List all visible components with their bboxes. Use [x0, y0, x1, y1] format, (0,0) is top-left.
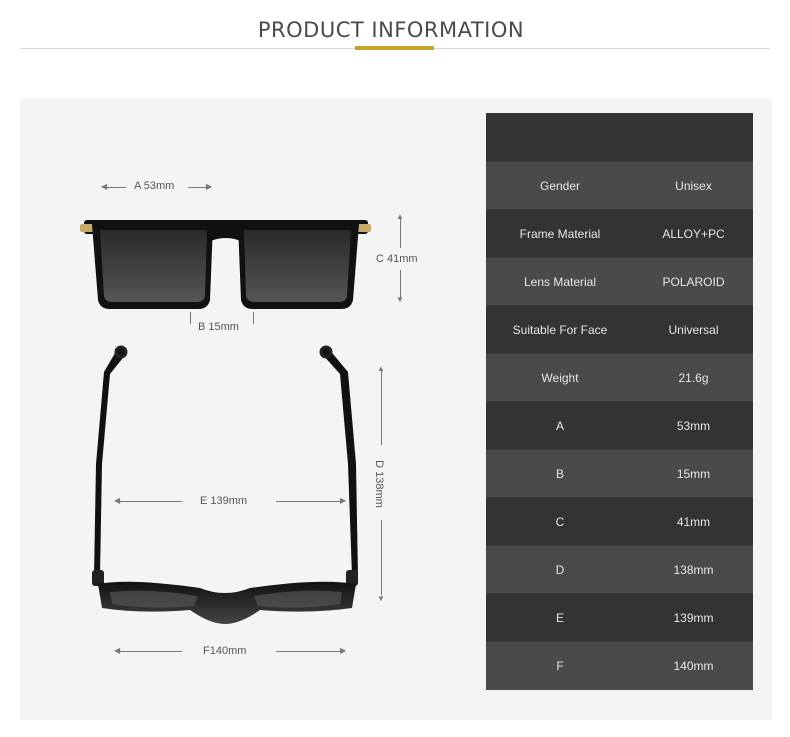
dim-b-label: B 15mm [198, 321, 239, 333]
dim-a-line-left [106, 187, 126, 188]
spec-value: 41mm [676, 514, 711, 529]
spec-label: B [555, 466, 564, 481]
spec-row: C 41mm [486, 498, 753, 545]
spec-label: D [555, 562, 565, 577]
arrow-right-icon: ▶ [340, 496, 347, 505]
glasses-front-view [80, 220, 371, 309]
arrow-down-icon: ▼ [396, 295, 404, 304]
spec-value: Universal [668, 322, 719, 337]
spec-table: Gender Unisex Frame Material ALLOY+PC Le… [486, 113, 753, 690]
dim-c-line-bottom [400, 270, 401, 298]
spec-label: F [556, 659, 564, 673]
spec-label: E [555, 610, 564, 625]
spec-table-header [486, 113, 753, 161]
dim-d-line-top [381, 370, 382, 445]
dim-c-line-top [400, 218, 401, 248]
spec-row: Lens Material POLAROID [486, 258, 753, 305]
arrow-right-icon: ▶ [340, 646, 347, 655]
dim-a-line-right [188, 187, 208, 188]
spec-value: 139mm [673, 610, 714, 625]
spec-label: Lens Material [523, 274, 597, 289]
spec-value: 140mm [673, 659, 714, 673]
arrow-down-icon: ▼ [377, 594, 385, 603]
spec-label: C [555, 514, 565, 529]
glasses-top-view [92, 345, 358, 624]
spec-label: Suitable For Face [512, 322, 608, 337]
dim-b-line-right [253, 312, 254, 324]
spec-row: A 53mm [486, 402, 753, 449]
dim-d-label: D 138mm [372, 460, 385, 508]
spec-label: A [555, 418, 564, 433]
arrow-right-icon: ▶ [206, 182, 213, 191]
dim-c-label: C 41mm [376, 253, 418, 265]
spec-label: Weight [541, 370, 579, 385]
dim-a-label: A 53mm [134, 180, 175, 192]
spec-row: Frame Material ALLOY+PC [486, 210, 753, 257]
spec-value: 15mm [676, 466, 711, 481]
spec-label: Frame Material [519, 226, 601, 241]
dim-f-line-left [120, 651, 182, 652]
spec-label: Gender [539, 178, 581, 193]
title-accent-bar [355, 46, 434, 50]
spec-row: Weight 21.6g [486, 354, 753, 401]
spec-value: Unisex [675, 178, 712, 193]
page-title: PRODUCT INFORMATION [257, 18, 525, 42]
spec-row: D 138mm [486, 546, 753, 593]
spec-row: Suitable For Face Universal [486, 306, 753, 353]
spec-row: F 140mm [486, 642, 753, 690]
spec-value: 53mm [676, 418, 711, 433]
dim-e-label: E 139mm [200, 495, 248, 507]
spec-row: E 139mm [486, 594, 753, 641]
dim-e-line-left [120, 501, 182, 502]
dim-e-line-right [276, 501, 342, 502]
spec-row: B 15mm [486, 450, 753, 497]
dim-d-line-bottom [381, 520, 382, 595]
dim-b-line-left [190, 312, 191, 324]
dim-f-line-right [276, 651, 342, 652]
spec-row: Gender Unisex [486, 162, 753, 209]
spec-value: POLAROID [662, 274, 725, 289]
dim-f-label: F140mm [203, 645, 247, 657]
spec-value: 138mm [673, 562, 714, 577]
spec-value: 21.6g [678, 370, 709, 385]
spec-value: ALLOY+PC [662, 226, 725, 241]
